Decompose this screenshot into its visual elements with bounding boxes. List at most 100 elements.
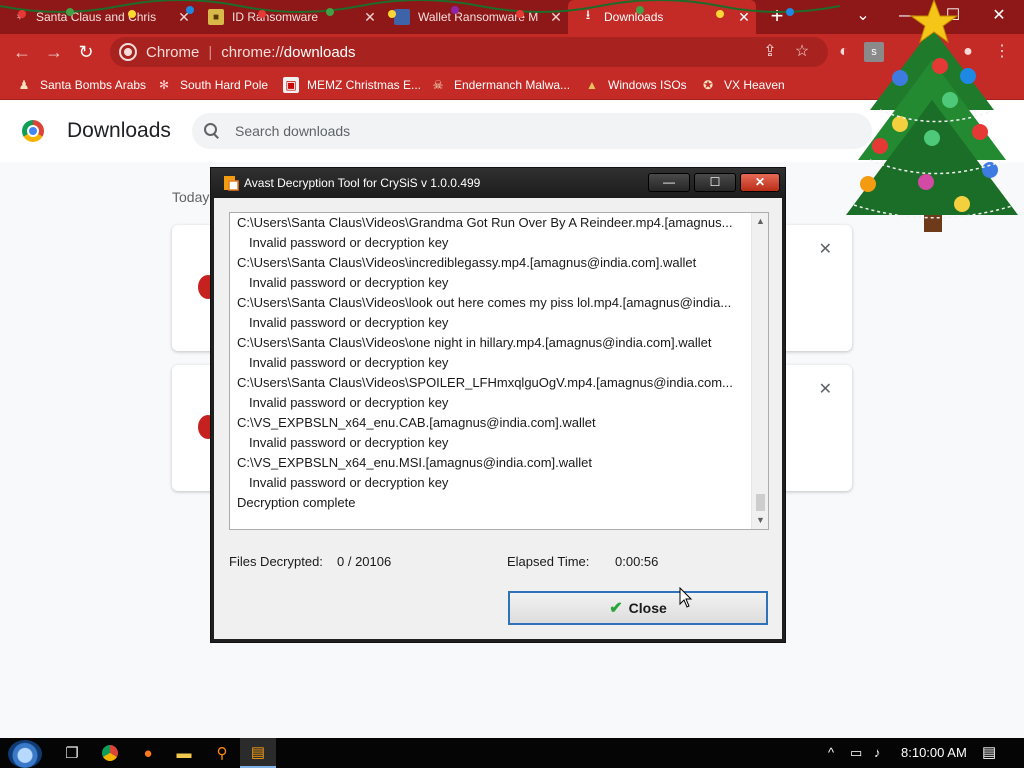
bookmark-label: South Hard Pole (180, 78, 269, 92)
search-tool-icon[interactable]: ⚲ (204, 738, 240, 768)
bookmark-windows-isos[interactable]: ▲ Windows ISOs (584, 75, 687, 95)
download-icon: ⭳ (585, 7, 591, 22)
search-input[interactable] (235, 123, 795, 139)
santa-icon: ♟ (18, 78, 30, 92)
tab-id-ransomware[interactable]: ■ ID Ransomware ✕ (196, 0, 382, 34)
log-error-line: Invalid password or decryption key (249, 395, 449, 410)
log-error-line: Invalid password or decryption key (249, 355, 449, 370)
start-orb-icon[interactable] (8, 740, 42, 768)
back-arrow-icon[interactable]: ← (10, 40, 34, 64)
christmas-tree-decoration (846, 0, 1018, 232)
log-error-line: Invalid password or decryption key (249, 275, 449, 290)
tab-title: Downloads (604, 10, 664, 24)
log-status-line: Decryption complete (237, 495, 356, 510)
log-error-line: Invalid password or decryption key (249, 475, 449, 490)
bookmark-vx-heaven[interactable]: ✪ VX Heaven (700, 75, 785, 95)
log-file-line: C:\Users\Santa Claus\Videos\incrediblega… (237, 255, 697, 270)
decryption-log[interactable]: C:\Users\Santa Claus\Videos\Grandma Got … (229, 212, 769, 530)
chrome-icon[interactable] (92, 738, 128, 768)
dialog-titlebar[interactable]: Avast Decryption Tool for CrySiS v 1.0.0… (211, 168, 785, 198)
log-lines: C:\Users\Santa Claus\Videos\Grandma Got … (237, 213, 745, 513)
bookmark-endermanch-malware[interactable]: ☠ Endermanch Malwa... (430, 75, 570, 95)
checkmark-icon: ✔ (609, 600, 623, 617)
tab-title: Santa Claus and Chris (36, 10, 157, 24)
windows-taskbar: ❐ ● ▬ ⚲ ▤ ^ ▭ ♪ 8:10:00 AM ▤ (0, 738, 1024, 768)
address-bar[interactable]: Chrome | chrome://downloads (110, 37, 828, 67)
address-url[interactable]: chrome://downloads (221, 44, 355, 61)
tab-wallet-ransomware[interactable]: Wallet Ransomware M ✕ (382, 0, 568, 34)
tab-close-icon[interactable]: ✕ (544, 9, 568, 26)
bookmark-star-icon[interactable]: ☆ (792, 42, 812, 62)
log-file-line: C:\Users\Santa Claus\Videos\look out her… (237, 295, 732, 310)
url-scheme: chrome:// (221, 43, 284, 61)
window-icon (394, 9, 410, 25)
bookmark-memz-christmas[interactable]: ▣ MEMZ Christmas E... (283, 75, 421, 95)
url-path: downloads (283, 43, 356, 61)
search-icon (204, 123, 220, 139)
address-chip: Chrome (146, 43, 200, 61)
scroll-up-icon[interactable]: ▲ (752, 213, 768, 230)
tab-santa-claus[interactable]: ✶ Santa Claus and Chris ✕ (0, 0, 196, 34)
tree-icon: ▲ (586, 78, 598, 92)
task-view-icon[interactable]: ❐ (54, 738, 90, 768)
avast-decryption-dialog: Avast Decryption Tool for CrySiS v 1.0.0… (210, 167, 786, 643)
file-explorer-icon[interactable]: ▬ (166, 738, 202, 768)
log-file-line: C:\Users\Santa Claus\Videos\one night in… (237, 335, 712, 350)
dialog-content: C:\Users\Santa Claus\Videos\Grandma Got … (214, 198, 782, 639)
avast-tool-icon[interactable]: ▤ (240, 738, 276, 768)
log-file-line: C:\Users\Santa Claus\Videos\Grandma Got … (237, 215, 733, 230)
search-downloads[interactable] (192, 113, 872, 149)
show-hidden-icons-icon[interactable]: ^ (828, 738, 834, 768)
reload-icon[interactable]: ↻ (74, 40, 98, 64)
dialog-title: Avast Decryption Tool for CrySiS v 1.0.0… (244, 176, 481, 190)
firefox-icon[interactable]: ● (130, 738, 166, 768)
chrome-site-icon (119, 43, 137, 61)
chrome-logo-icon (22, 120, 44, 142)
share-icon[interactable]: ⇪ (760, 42, 780, 62)
window-icon: ▣ (283, 77, 299, 93)
wolf-icon: ✪ (702, 78, 714, 92)
dialog-minimize-icon[interactable]: — (648, 173, 690, 192)
log-file-line: C:\VS_EXPBSLN_x64_enu.CAB.[amagnus@india… (237, 415, 596, 430)
lock-icon: ■ (208, 9, 224, 25)
log-error-line: Invalid password or decryption key (249, 235, 449, 250)
page-title: Downloads (67, 119, 171, 142)
date-section-label: Today (172, 189, 210, 205)
bookmark-label: Santa Bombs Arabs (40, 78, 147, 92)
tab-close-icon[interactable]: ✕ (172, 9, 196, 26)
tab-close-icon[interactable]: ✕ (732, 9, 756, 26)
scroll-down-icon[interactable]: ▼ (752, 512, 768, 529)
dialog-maximize-icon[interactable]: ☐ (694, 173, 736, 192)
tab-close-icon[interactable]: ✕ (358, 9, 382, 26)
scroll-thumb[interactable] (756, 494, 765, 511)
bookmark-santa-bombs-arabs[interactable]: ♟ Santa Bombs Arabs (16, 75, 146, 95)
avast-tool-icon (224, 176, 239, 191)
log-scrollbar[interactable]: ▲ ▼ (751, 213, 768, 529)
address-separator: | (208, 43, 213, 61)
dialog-close-icon[interactable]: ✕ (740, 173, 780, 192)
bookmark-label: Windows ISOs (608, 78, 687, 92)
snowflake-icon: ✻ (158, 78, 170, 92)
new-tab-button[interactable]: + (764, 4, 790, 30)
forward-arrow-icon[interactable]: → (42, 40, 66, 64)
log-file-line: C:\Users\Santa Claus\Videos\SPOILER_LFHm… (237, 375, 733, 390)
remove-download-icon[interactable]: ✕ (819, 239, 832, 259)
tab-downloads[interactable]: ⭳ Downloads ✕ (568, 0, 756, 34)
network-icon[interactable]: ▭ (850, 738, 862, 768)
skull-icon: ☠ (432, 78, 444, 92)
santa-icon: ✶ (15, 11, 25, 23)
elapsed-time-value: 0:00:56 (615, 554, 659, 569)
taskbar-clock[interactable]: 8:10:00 AM (901, 738, 967, 768)
mouse-cursor-icon (679, 587, 693, 608)
volume-icon[interactable]: ♪ (874, 738, 881, 768)
log-error-line: Invalid password or decryption key (249, 315, 449, 330)
tab-title: Wallet Ransomware M (418, 10, 539, 24)
remove-download-icon[interactable]: ✕ (819, 379, 832, 399)
elapsed-time-label: Elapsed Time: (507, 554, 590, 569)
files-decrypted-value: 0 / 20106 (337, 554, 392, 569)
notifications-icon[interactable]: ▤ (982, 738, 996, 768)
close-button[interactable]: ✔ Close (508, 591, 768, 625)
bookmark-south-hard-pole[interactable]: ✻ South Hard Pole (156, 75, 268, 95)
tab-title: ID Ransomware (232, 10, 319, 24)
bookmark-label: MEMZ Christmas E... (307, 78, 422, 92)
